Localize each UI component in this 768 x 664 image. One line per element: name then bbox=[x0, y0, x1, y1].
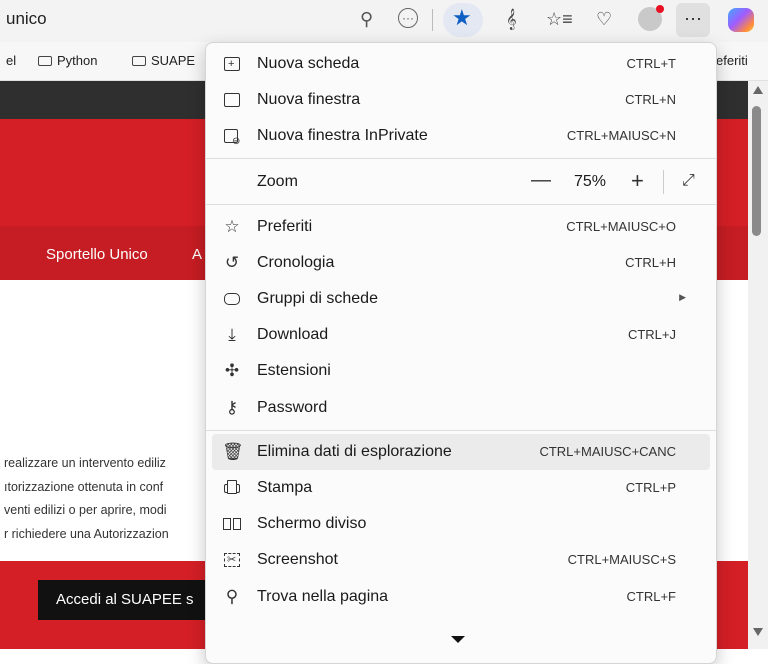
menu-item-shortcut: CTRL+J bbox=[627, 327, 676, 342]
menu-item-shortcut: CTRL+T bbox=[626, 56, 676, 71]
menu-divider bbox=[206, 204, 716, 205]
menu-item-label: Password bbox=[257, 399, 328, 416]
extensions-icon: ✣ bbox=[224, 361, 240, 380]
menu-item-split-screen[interactable]: Schermo diviso bbox=[212, 506, 710, 542]
url-text[interactable]: unico bbox=[6, 9, 47, 29]
menu-item-new-window[interactable]: Nuova finestra CTRL+N bbox=[212, 82, 710, 118]
print-icon bbox=[222, 478, 242, 498]
folder-icon bbox=[38, 56, 52, 66]
settings-menu: + Nuova scheda CTRL+T Nuova finestra CTR… bbox=[205, 42, 717, 664]
menu-item-print[interactable]: Stampa CTRL+P bbox=[212, 470, 710, 506]
menu-item-shortcut: CTRL+MAIUSC+O bbox=[566, 219, 676, 234]
menu-item-password[interactable]: ⚷ Password bbox=[212, 390, 710, 426]
key-icon: ⚷ bbox=[225, 398, 239, 417]
menu-item-label: Preferiti bbox=[257, 218, 313, 235]
menu-item-clear-browsing-data[interactable]: 🗑 Elimina dati di esplorazione CTRL+MAIU… bbox=[212, 434, 710, 470]
scrollbar-thumb[interactable] bbox=[752, 106, 761, 236]
tab-groups-icon bbox=[222, 289, 242, 309]
menu-item-label: Download bbox=[257, 326, 329, 343]
menu-item-favorites[interactable]: ☆ Preferiti CTRL+MAIUSC+O bbox=[212, 209, 710, 245]
accedi-suapee-button[interactable]: Accedi al SUAPEE s bbox=[38, 580, 218, 620]
star-icon[interactable]: ★ bbox=[452, 5, 472, 31]
zoom-out-icon[interactable]: ⚲ bbox=[360, 9, 373, 30]
menu-item-zoom: Zoom — 75% + ⤢ bbox=[212, 164, 710, 200]
chevron-down-icon[interactable] bbox=[451, 636, 465, 643]
scroll-up-icon[interactable] bbox=[753, 86, 763, 94]
new-tab-icon: + bbox=[222, 54, 242, 74]
menu-item-label: Estensioni bbox=[257, 362, 331, 379]
menu-item-shortcut: CTRL+P bbox=[625, 480, 676, 495]
download-icon: ⤓ bbox=[228, 325, 236, 344]
zoom-value: 75% bbox=[574, 173, 607, 190]
menu-item-label: Schermo diviso bbox=[257, 515, 367, 532]
favorites-icon: ☆ bbox=[224, 217, 240, 236]
menu-item-label: Elimina dati di esplorazione bbox=[257, 443, 452, 460]
scroll-down-icon[interactable] bbox=[753, 628, 763, 636]
menu-item-inprivate[interactable]: ⊖ Nuova finestra InPrivate CTRL+MAIUSC+N bbox=[212, 118, 710, 154]
menu-divider bbox=[206, 430, 716, 431]
trash-icon: 🗑 bbox=[222, 442, 244, 461]
menu-item-screenshot[interactable]: ✂ Screenshot CTRL+MAIUSC+S bbox=[212, 542, 710, 578]
paragraph-line: realizzare un intervento ediliz bbox=[4, 456, 166, 470]
screenshot-icon: ✂ bbox=[222, 550, 242, 570]
menu-item-history[interactable]: ↺ Cronologia CTRL+H bbox=[212, 245, 710, 281]
zoom-in-button[interactable]: + bbox=[631, 168, 644, 194]
nav-item-partial[interactable]: A bbox=[192, 246, 202, 263]
menu-item-label: Stampa bbox=[257, 479, 313, 496]
menu-item-shortcut: CTRL+MAIUSC+S bbox=[567, 552, 676, 567]
submenu-arrow-icon: ▶ bbox=[679, 292, 686, 302]
menu-item-label: Gruppi di schede bbox=[257, 290, 378, 307]
new-window-icon bbox=[222, 90, 242, 110]
zoom-label: Zoom bbox=[257, 173, 298, 190]
settings-more-button[interactable]: ··· bbox=[676, 3, 710, 37]
menu-item-label: Nuova finestra bbox=[257, 91, 361, 108]
menu-item-shortcut: CTRL+F bbox=[626, 589, 676, 604]
paragraph-line: r richiedere una Autorizzazion bbox=[4, 527, 169, 541]
circle-ellipsis-icon[interactable]: ··· bbox=[398, 8, 418, 28]
heart-pulse-icon[interactable]: ♡ bbox=[596, 9, 612, 30]
favorites-list-icon[interactable]: ☆≡ bbox=[546, 9, 573, 30]
inprivate-icon: ⊖ bbox=[222, 126, 242, 147]
history-icon: ↺ bbox=[224, 253, 240, 272]
menu-item-shortcut: CTRL+H bbox=[625, 255, 676, 270]
menu-divider bbox=[206, 158, 716, 159]
menu-item-label: Cronologia bbox=[257, 254, 335, 271]
notification-dot bbox=[656, 5, 664, 13]
menu-item-extensions[interactable]: ✣ Estensioni bbox=[212, 353, 710, 389]
menu-item-shortcut: CTRL+MAIUSC+N bbox=[566, 128, 676, 143]
paragraph-line: ıtorizzazione ottenuta in conf bbox=[4, 480, 164, 494]
fullscreen-icon[interactable]: ⤢ bbox=[682, 172, 695, 190]
menu-item-shortcut: CTRL+MAIUSC+CANC bbox=[539, 444, 676, 459]
address-bar: unico ⚲ ··· ★ 𝄞 ☆≡ ♡ ··· bbox=[0, 0, 768, 42]
menu-item-label: Nuova finestra InPrivate bbox=[257, 127, 428, 144]
split-screen-icon bbox=[222, 514, 242, 534]
favorites-folder-suape[interactable]: SUAPE bbox=[132, 53, 195, 68]
menu-item-new-tab[interactable]: + Nuova scheda CTRL+T bbox=[212, 46, 710, 82]
zoom-out-button[interactable]: — bbox=[531, 169, 551, 192]
copilot-icon[interactable] bbox=[728, 8, 754, 32]
divider bbox=[663, 170, 664, 194]
read-aloud-icon[interactable]: 𝄞 bbox=[506, 9, 517, 30]
favorites-folder-python[interactable]: Python bbox=[38, 53, 97, 68]
menu-item-label: Nuova scheda bbox=[257, 55, 360, 72]
find-icon: ⚲ bbox=[225, 587, 239, 606]
favorites-folder-label: SUAPE bbox=[151, 53, 196, 68]
nav-item-sportello-unico[interactable]: Sportello Unico bbox=[46, 246, 148, 263]
paragraph-line: venti edilizi o per aprire, modi bbox=[4, 503, 167, 517]
menu-item-find-in-page[interactable]: ⚲ Trova nella pagina CTRL+F bbox=[212, 579, 710, 615]
menu-item-download[interactable]: ⤓ Download CTRL+J bbox=[212, 317, 710, 353]
menu-item-tab-groups[interactable]: Gruppi di schede ▶ bbox=[212, 281, 710, 317]
divider bbox=[432, 9, 433, 31]
menu-item-label: Screenshot bbox=[257, 551, 338, 568]
favorites-folder-label: Python bbox=[57, 53, 98, 68]
other-favorites[interactable]: eferiti bbox=[716, 53, 748, 68]
folder-icon bbox=[132, 56, 146, 66]
favorites-item[interactable]: el bbox=[6, 53, 16, 68]
menu-item-shortcut: CTRL+N bbox=[625, 92, 676, 107]
menu-item-label: Trova nella pagina bbox=[257, 588, 389, 605]
